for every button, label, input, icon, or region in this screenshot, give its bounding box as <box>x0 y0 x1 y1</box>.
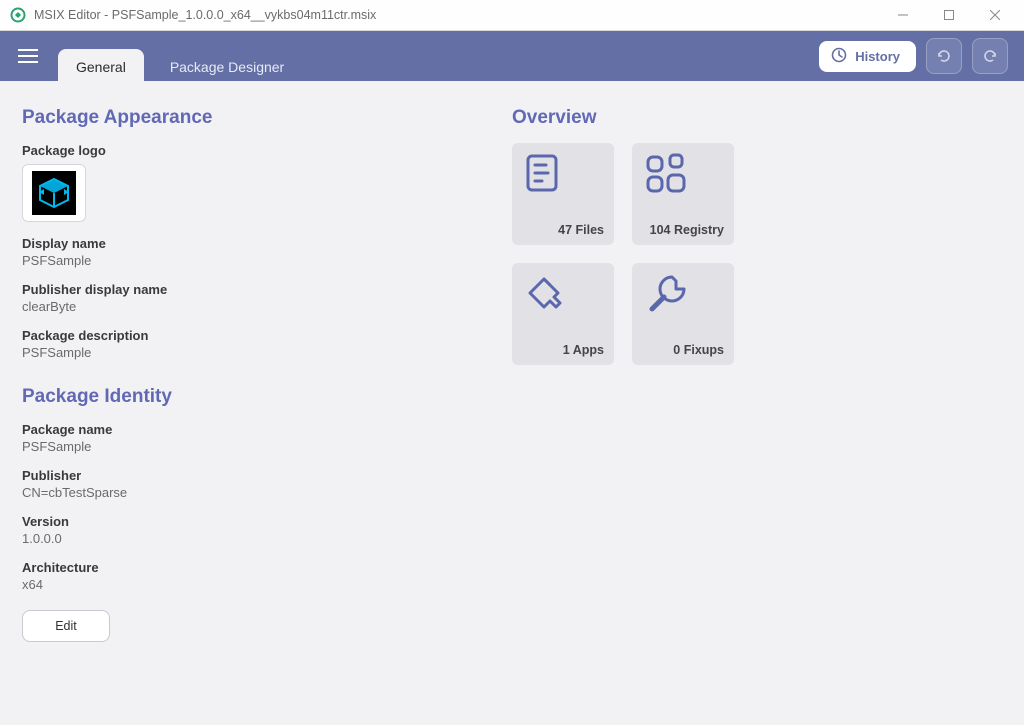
architecture-label: Architecture <box>22 560 502 575</box>
menu-button[interactable] <box>16 44 40 68</box>
version-label: Version <box>22 514 502 529</box>
app-icon <box>10 7 26 23</box>
registry-tile[interactable]: 104 Registry <box>632 143 734 245</box>
tab-package-designer[interactable]: Package Designer <box>152 49 302 85</box>
package-logo-image <box>32 171 76 215</box>
apps-label: 1 Apps <box>524 343 604 357</box>
package-name-label: Package name <box>22 422 502 437</box>
display-name-label: Display name <box>22 236 502 251</box>
fixups-tile[interactable]: 0 Fixups <box>632 263 734 365</box>
undo-button[interactable] <box>926 38 962 74</box>
fixups-label: 0 Fixups <box>644 343 724 357</box>
publisher-display-name-value: clearByte <box>22 299 502 314</box>
tabstrip: General Package Designer <box>58 31 302 81</box>
package-appearance-heading: Package Appearance <box>22 107 502 129</box>
registry-label: 104 Registry <box>644 223 724 237</box>
apps-icon <box>524 273 604 315</box>
clock-icon <box>831 47 847 66</box>
package-name-value: PSFSample <box>22 439 502 454</box>
package-description-label: Package description <box>22 328 502 343</box>
package-description-value: PSFSample <box>22 345 502 360</box>
display-name-value: PSFSample <box>22 253 502 268</box>
apps-tile[interactable]: 1 Apps <box>512 263 614 365</box>
right-column: Overview 47 Files 104 Registry 1 Apps <box>512 107 1002 699</box>
maximize-button[interactable] <box>926 0 972 31</box>
window-title: MSIX Editor - PSFSample_1.0.0.0_x64__vyk… <box>34 8 880 22</box>
registry-icon <box>644 153 724 195</box>
content-area: Package Appearance Package logo Display … <box>0 81 1024 725</box>
ribbon-right: History <box>819 38 1008 74</box>
overview-heading: Overview <box>512 107 1002 129</box>
files-tile[interactable]: 47 Files <box>512 143 614 245</box>
left-column: Package Appearance Package logo Display … <box>22 107 502 699</box>
files-icon <box>524 153 604 195</box>
history-button[interactable]: History <box>819 41 916 72</box>
history-label: History <box>855 49 900 64</box>
package-logo <box>22 164 86 222</box>
files-label: 47 Files <box>524 223 604 237</box>
close-button[interactable] <box>972 0 1018 31</box>
window-controls <box>880 0 1018 31</box>
titlebar: MSIX Editor - PSFSample_1.0.0.0_x64__vyk… <box>0 0 1024 31</box>
edit-button[interactable]: Edit <box>22 610 110 642</box>
architecture-value: x64 <box>22 577 502 592</box>
version-value: 1.0.0.0 <box>22 531 502 546</box>
tab-general[interactable]: General <box>58 49 144 85</box>
fixups-icon <box>644 273 724 315</box>
overview-tiles: 47 Files 104 Registry 1 Apps 0 Fixups <box>512 143 752 365</box>
publisher-display-name-label: Publisher display name <box>22 282 502 297</box>
minimize-button[interactable] <box>880 0 926 31</box>
ribbon-toolbar: General Package Designer History <box>0 31 1024 81</box>
package-logo-label: Package logo <box>22 143 502 158</box>
publisher-value: CN=cbTestSparse <box>22 485 502 500</box>
redo-button[interactable] <box>972 38 1008 74</box>
package-identity-heading: Package Identity <box>22 386 502 408</box>
publisher-label: Publisher <box>22 468 502 483</box>
